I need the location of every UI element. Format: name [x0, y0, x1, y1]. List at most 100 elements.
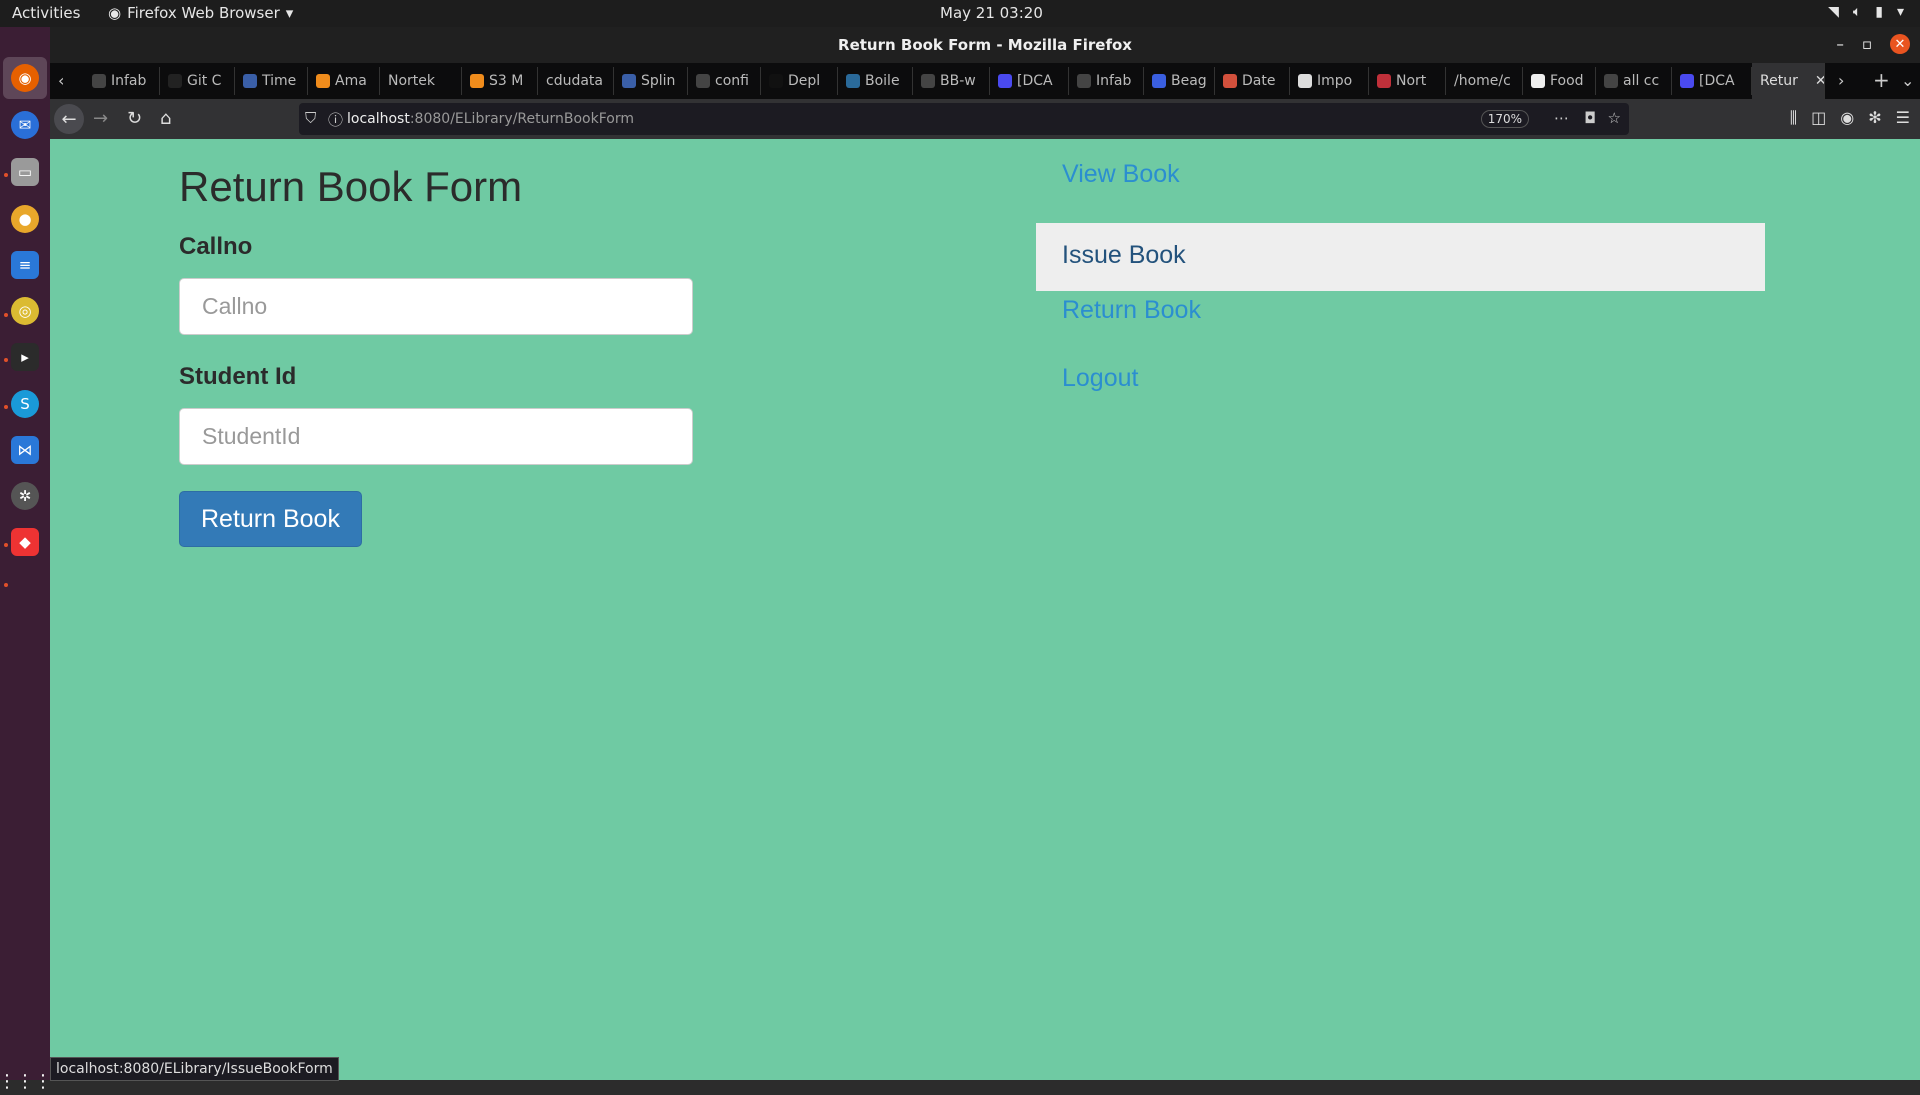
- list-all-tabs-icon[interactable]: ⌄: [1901, 71, 1914, 90]
- page-title: Return Book Form: [179, 163, 523, 210]
- browser-tab[interactable]: Depl: [761, 67, 838, 95]
- browser-tab[interactable]: [DCA: [990, 67, 1069, 95]
- browser-tab[interactable]: Impo: [1290, 67, 1369, 95]
- zoom-level-badge[interactable]: 170%: [1480, 110, 1529, 128]
- activities-button[interactable]: Activities: [12, 4, 80, 22]
- browser-tab[interactable]: /home/c: [1446, 67, 1523, 95]
- system-clock[interactable]: May 21 03:20: [940, 4, 1043, 22]
- app-menu[interactable]: ◉ Firefox Web Browser ▾: [108, 4, 293, 22]
- browser-tab[interactable]: Infab: [84, 67, 160, 95]
- battery-icon: ▮: [1875, 4, 1883, 20]
- writer-icon[interactable]: ≡: [11, 251, 39, 279]
- tab-label: Nortek: [388, 73, 436, 89]
- tab-favicon-icon: [168, 74, 182, 88]
- url-bar[interactable]: ⛉ ⓘ localhost:8080/ELibrary/ReturnBookFo…: [299, 103, 1629, 135]
- browser-tab[interactable]: Beag: [1144, 67, 1215, 95]
- running-indicator: [4, 358, 8, 362]
- browser-tab[interactable]: Ama: [308, 67, 380, 95]
- pocket-icon[interactable]: ◘: [1584, 109, 1596, 127]
- tab-label: Beag: [1171, 73, 1207, 89]
- tab-label: all cc: [1623, 73, 1660, 89]
- tab-active[interactable]: Retur ✕: [1752, 63, 1825, 99]
- browser-tab[interactable]: Boile: [838, 67, 913, 95]
- tab-label: Date: [1242, 73, 1276, 89]
- terminal-icon[interactable]: ▸: [11, 343, 39, 371]
- tab-label: [DCA: [1699, 73, 1735, 89]
- browser-tab[interactable]: BB-w: [913, 67, 990, 95]
- system-tray[interactable]: ◥ 🔈︎ ▮ ▾: [1828, 4, 1904, 20]
- window-title: Return Book Form - Mozilla Firefox: [838, 36, 1132, 54]
- running-indicator: [4, 583, 8, 587]
- tab-label: Nort: [1396, 73, 1427, 89]
- browser-tab[interactable]: Nortek: [380, 67, 462, 95]
- tab-label: cdudata: [546, 73, 603, 89]
- close-tab-icon[interactable]: ✕: [1815, 73, 1824, 89]
- nav-return-book[interactable]: Return Book: [1036, 291, 1765, 359]
- tab-favicon-icon: [1077, 74, 1091, 88]
- sidebar-icon[interactable]: ◫: [1811, 108, 1826, 128]
- browser-tab[interactable]: confi: [688, 67, 761, 95]
- browser-tab[interactable]: Food: [1523, 67, 1596, 95]
- back-button[interactable]: ←: [54, 104, 84, 134]
- nav-logout[interactable]: Logout: [1036, 359, 1765, 427]
- url-text[interactable]: localhost:8080/ELibrary/ReturnBookForm: [347, 111, 634, 127]
- nav-view-book[interactable]: View Book: [1036, 155, 1765, 223]
- account-icon[interactable]: ◉: [1840, 108, 1854, 128]
- return-book-form: Return Book Form Callno Student Id Retur…: [179, 163, 693, 547]
- browser-tab[interactable]: Git C: [160, 67, 235, 95]
- anydesk-icon[interactable]: ◆: [11, 528, 39, 556]
- scroll-tabs-right-icon[interactable]: ›: [1838, 71, 1844, 90]
- browser-tab[interactable]: all cc: [1596, 67, 1672, 95]
- browser-tab[interactable]: cdudata: [538, 67, 614, 95]
- browser-tab[interactable]: S3 M: [462, 67, 538, 95]
- browser-tab[interactable]: Time: [235, 67, 308, 95]
- browser-tab[interactable]: Date: [1215, 67, 1290, 95]
- tab-favicon-icon: [470, 74, 484, 88]
- home-button[interactable]: ⌂: [160, 108, 171, 129]
- new-tab-icon[interactable]: +: [1873, 68, 1890, 92]
- dock: ◉ ✉ ▭ ● ≡ ◎ ▸ S ⋈ ✲ ◆ ⋮⋮⋮: [0, 27, 52, 1092]
- minimize-icon[interactable]: –: [1836, 35, 1844, 53]
- running-indicator: [4, 405, 8, 409]
- maximize-icon[interactable]: ▫: [1862, 35, 1872, 53]
- scroll-tabs-left-icon[interactable]: ‹: [58, 71, 64, 90]
- window-titlebar[interactable]: Return Book Form - Mozilla Firefox – ▫ ✕: [50, 27, 1920, 63]
- close-window-button[interactable]: ✕: [1890, 34, 1910, 54]
- show-apps-grid-icon[interactable]: ⋮⋮⋮: [0, 1067, 52, 1095]
- tab-favicon-icon: [1298, 74, 1312, 88]
- tab-label: Food: [1550, 73, 1584, 89]
- hamburger-menu-icon[interactable]: ☰: [1896, 108, 1910, 128]
- settings-gear-icon[interactable]: ✲: [11, 482, 39, 510]
- tab-label: Git C: [187, 73, 222, 89]
- tab-label: Boile: [865, 73, 900, 89]
- bookmark-star-icon[interactable]: ☆: [1608, 109, 1621, 127]
- return-book-button[interactable]: Return Book: [179, 491, 362, 547]
- arrow-left-icon: ←: [61, 108, 77, 130]
- thunderbird-icon[interactable]: ✉: [11, 111, 39, 139]
- browser-tab[interactable]: Splin: [614, 67, 688, 95]
- browser-tab[interactable]: [DCA: [1672, 67, 1752, 95]
- reload-button[interactable]: ↻: [127, 108, 142, 129]
- firefox-icon[interactable]: ◉: [11, 64, 39, 92]
- tab-favicon-icon: [846, 74, 860, 88]
- vscode-icon[interactable]: ⋈: [11, 436, 39, 464]
- forward-button[interactable]: →: [93, 108, 108, 129]
- nav-issue-book[interactable]: Issue Book: [1036, 223, 1765, 291]
- chrome-icon[interactable]: ◎: [11, 297, 39, 325]
- extension-icon[interactable]: ✻: [1868, 108, 1881, 128]
- side-nav: View Book Issue Book Return Book Logout: [1036, 155, 1765, 427]
- rhythmbox-icon[interactable]: ●: [11, 205, 39, 233]
- browser-tab[interactable]: Infab: [1069, 67, 1144, 95]
- shield-icon[interactable]: ⛉: [305, 109, 316, 127]
- browser-tab[interactable]: Nort: [1369, 67, 1446, 95]
- more-actions-icon[interactable]: ⋯: [1554, 109, 1569, 127]
- callno-input[interactable]: [179, 278, 693, 335]
- files-icon[interactable]: ▭: [11, 158, 39, 186]
- link-status-bar: localhost:8080/ELibrary/IssueBookForm: [50, 1057, 339, 1081]
- tab-label: Depl: [788, 73, 821, 89]
- library-icon[interactable]: ⫼: [1790, 108, 1797, 128]
- skype-icon[interactable]: S: [11, 390, 39, 418]
- tab-label: S3 M: [489, 73, 524, 89]
- student-id-input[interactable]: [179, 408, 693, 465]
- info-icon[interactable]: ⓘ: [328, 109, 343, 130]
